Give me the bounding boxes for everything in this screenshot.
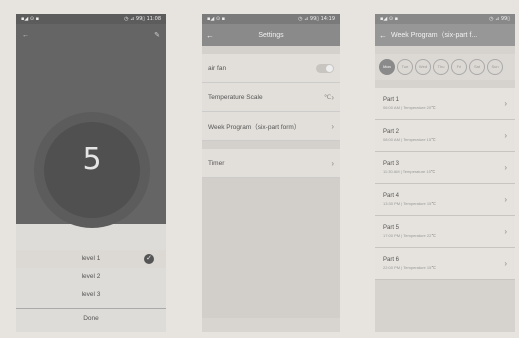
part-detail: 13:30 PM | Temperature 15℃ xyxy=(383,201,436,206)
chevron-right-icon: › xyxy=(504,259,507,268)
status-left: ▪︎◢ ⊙ ▪ xyxy=(207,16,225,22)
thermostat-panel: ▪︎◢ ⊙ ▪ ◷ ⊿ 99▯ 11:08 ← ✎ 5 xyxy=(16,14,166,224)
day-wed[interactable]: Wed xyxy=(415,59,431,75)
part-list: Part 1 06:00 AM | Temperature 20℃ › Part … xyxy=(375,88,515,280)
empty-area xyxy=(202,178,340,318)
chevron-right-icon: › xyxy=(331,158,334,168)
part-name: Part 6 xyxy=(383,257,400,263)
back-arrow-icon[interactable]: ← xyxy=(375,31,391,40)
status-bar: ▪︎◢ ⊙ ▪ ◷ ⊿ 99▯ 14:19 xyxy=(202,14,340,24)
settings-screen: ▪︎◢ ⊙ ▪ ◷ ⊿ 99▯ 14:19 ← Settings air fan… xyxy=(202,14,340,332)
part-detail: 11:30 AM | Temperature 15℃ xyxy=(383,169,436,174)
status-left: ▪︎◢ ⊙ ▪ xyxy=(21,16,39,22)
status-right: ◷ ⊿ 99▯ 14:19 xyxy=(298,16,335,22)
day-thu[interactable]: Thu xyxy=(433,59,449,75)
part-detail: 06:00 AM | Temperature 20℃ xyxy=(383,105,436,110)
level-picker: level 1 ✓ level 2 level 3 Done xyxy=(16,238,166,329)
page-title: Week Program（six-part f... xyxy=(391,32,478,39)
list-item[interactable]: Part 2 08:00 AM | Temperature 15℃ › xyxy=(375,120,515,152)
part-detail: 17:00 PM | Temperature 22℃ xyxy=(383,233,436,238)
chevron-right-icon: › xyxy=(504,131,507,140)
status-bar: ▪︎◢ ⊙ ▪ ◷ ⊿ 99▯ 11:08 xyxy=(16,14,166,24)
option-level-3[interactable]: level 3 xyxy=(16,286,166,304)
week-program-screen: ▪︎◢ ⊙ ▪ ◷ ⊿ 99▯ ← Week Program（six-part … xyxy=(375,14,515,332)
setting-temperature-scale[interactable]: Temperature Scale ℃ › xyxy=(202,83,340,112)
setting-air-fan[interactable]: air fan xyxy=(202,54,340,83)
day-sat[interactable]: Sat xyxy=(469,59,485,75)
status-left: ▪︎◢ ⊙ ▪ xyxy=(380,16,398,22)
option-label: level 1 xyxy=(81,255,101,262)
status-bar: ▪︎◢ ⊙ ▪ ◷ ⊿ 99▯ xyxy=(375,14,515,24)
option-level-2[interactable]: level 2 xyxy=(16,268,166,286)
option-level-1[interactable]: level 1 ✓ xyxy=(16,250,166,268)
list-item[interactable]: Part 1 06:00 AM | Temperature 20℃ › xyxy=(375,88,515,120)
part-name: Part 1 xyxy=(383,97,400,103)
status-right: ◷ ⊿ 99▯ xyxy=(489,16,510,22)
setting-timer[interactable]: Timer › xyxy=(202,149,340,178)
setting-label: Week Program（six-part form） xyxy=(208,124,301,131)
part-name: Part 4 xyxy=(383,193,400,199)
setting-label: air fan xyxy=(208,64,227,72)
part-detail: 22:00 PM | Temperature 15℃ xyxy=(383,265,436,270)
setting-label: Timer xyxy=(208,159,225,167)
list-item[interactable]: Part 4 13:30 PM | Temperature 15℃ › xyxy=(375,184,515,216)
back-arrow-icon[interactable]: ← xyxy=(22,32,29,39)
setting-week-program[interactable]: Week Program（six-part form） › xyxy=(202,112,340,141)
chevron-right-icon: › xyxy=(504,99,507,108)
edit-icon[interactable]: ✎ xyxy=(154,31,160,39)
day-sun[interactable]: Sun xyxy=(487,59,503,75)
air-fan-toggle[interactable] xyxy=(316,63,334,73)
done-button[interactable]: Done xyxy=(16,308,166,329)
part-name: Part 3 xyxy=(383,161,400,167)
day-selector: Mon Tue Wed Thu Fri Sat Sun xyxy=(375,54,515,80)
app-bar: ← Settings xyxy=(202,24,340,46)
part-name: Part 5 xyxy=(383,225,400,231)
list-item[interactable]: Part 6 22:00 PM | Temperature 15℃ › xyxy=(375,248,515,280)
page-title: Settings xyxy=(258,31,284,39)
dial-value: 5 xyxy=(82,142,102,177)
temperature-dial[interactable]: 5 xyxy=(44,122,140,218)
thermostat-screen: ▪︎◢ ⊙ ▪ ◷ ⊿ 99▯ 11:08 ← ✎ 5 level 1 ✓ le… xyxy=(16,14,166,332)
chevron-right-icon: › xyxy=(504,163,507,172)
check-icon: ✓ xyxy=(144,254,154,264)
app-bar: ← Week Program（six-part f... xyxy=(375,24,515,46)
part-name: Part 2 xyxy=(383,129,400,135)
picker-title xyxy=(16,238,166,250)
status-right: ◷ ⊿ 99▯ 11:08 xyxy=(124,16,161,22)
day-fri[interactable]: Fri xyxy=(451,59,467,75)
setting-value: ℃ xyxy=(324,94,332,101)
back-arrow-icon[interactable]: ← xyxy=(202,31,218,40)
chevron-right-icon: › xyxy=(331,92,334,102)
chevron-right-icon: › xyxy=(331,121,334,131)
list-item[interactable]: Part 3 11:30 AM | Temperature 15℃ › xyxy=(375,152,515,184)
option-label: level 3 xyxy=(81,291,101,298)
chevron-right-icon: › xyxy=(504,227,507,236)
chevron-right-icon: › xyxy=(504,195,507,204)
thermostat-header: ← ✎ xyxy=(16,24,166,46)
day-mon[interactable]: Mon xyxy=(379,59,395,75)
setting-label: Temperature Scale xyxy=(208,93,263,101)
option-label: level 2 xyxy=(81,273,101,280)
day-tue[interactable]: Tue xyxy=(397,59,413,75)
list-item[interactable]: Part 5 17:00 PM | Temperature 22℃ › xyxy=(375,216,515,248)
part-detail: 08:00 AM | Temperature 15℃ xyxy=(383,137,436,142)
